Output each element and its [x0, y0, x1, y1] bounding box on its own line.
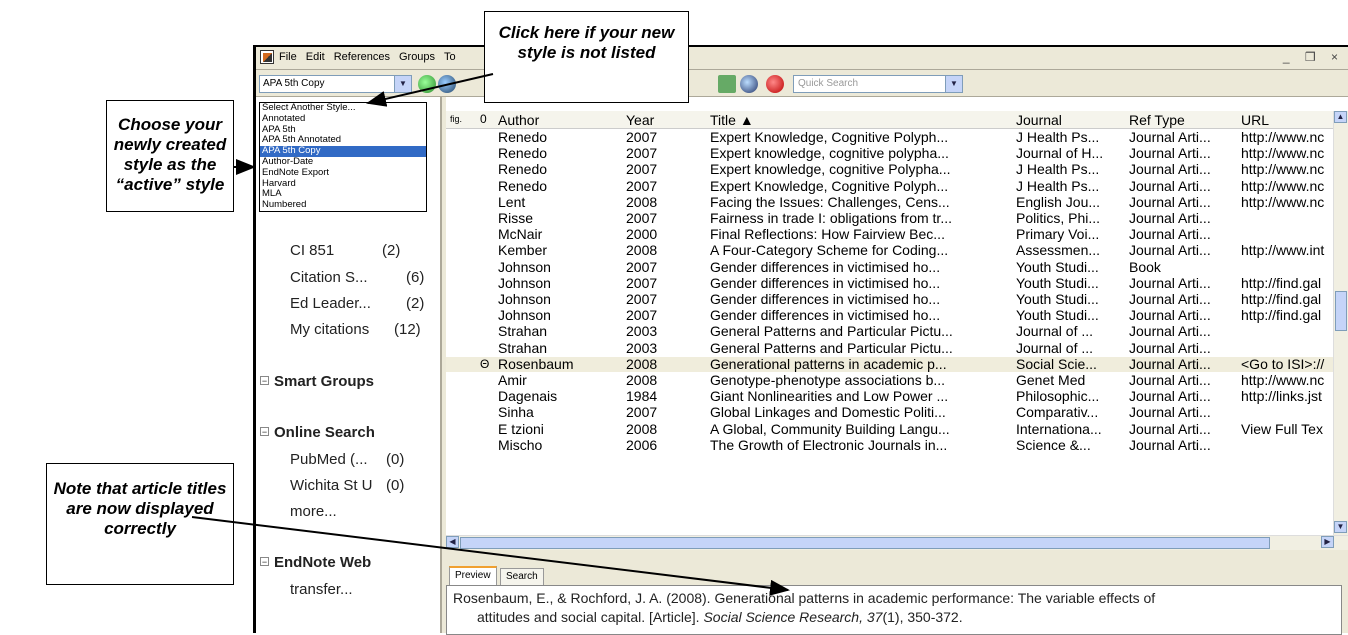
arrow-to-select-style: [366, 73, 494, 107]
annotation-arrows: [191, 73, 790, 596]
arrow-to-preview: [191, 516, 790, 596]
